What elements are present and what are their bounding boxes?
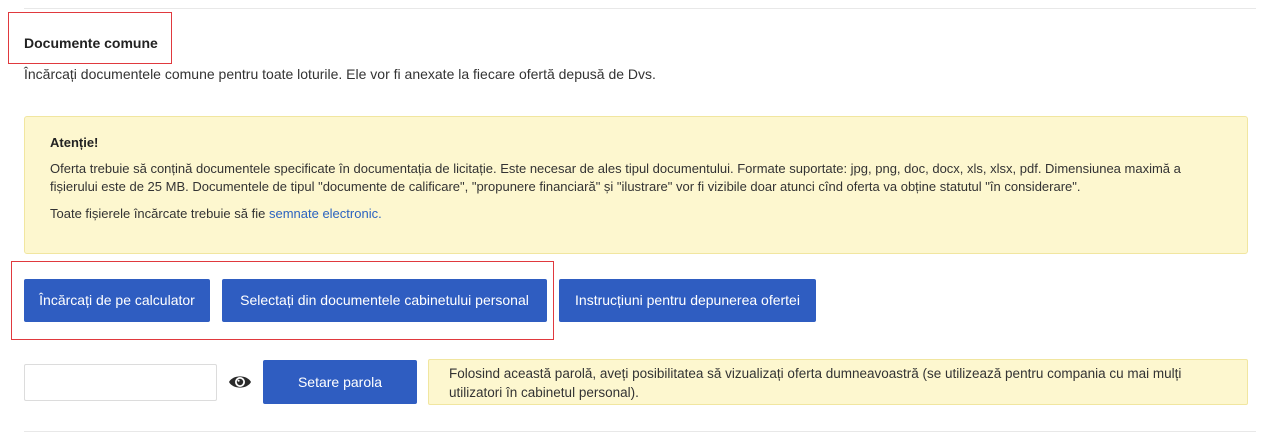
eye-icon[interactable] [228, 372, 252, 392]
select-from-cabinet-button[interactable]: Selectați din documentele cabinetului pe… [222, 279, 547, 322]
upload-from-computer-button[interactable]: Încărcați de pe calculator [24, 279, 210, 322]
alert-text: Oferta trebuie să conțină documentele sp… [50, 161, 1181, 194]
password-input[interactable] [24, 364, 217, 401]
alert-signature-note: Toate fișierele încărcate trebuie să fie… [50, 205, 1222, 223]
top-divider [24, 8, 1256, 9]
password-note: Folosind această parolă, aveți posibilit… [428, 359, 1248, 405]
alert-title: Atenție! [50, 135, 99, 150]
bottom-divider [24, 431, 1256, 432]
section-title: Documente comune [24, 35, 158, 51]
warning-alert: Atenție! Oferta trebuie să conțină docum… [24, 116, 1248, 254]
set-password-button[interactable]: Setare parola [263, 360, 417, 404]
section-description: Încărcați documentele comune pentru toat… [24, 66, 656, 82]
instructions-button[interactable]: Instrucțiuni pentru depunerea ofertei [559, 279, 816, 322]
signature-link[interactable]: semnate electronic. [269, 206, 382, 221]
alert-signature-text: Toate fișierele încărcate trebuie să fie [50, 206, 266, 221]
